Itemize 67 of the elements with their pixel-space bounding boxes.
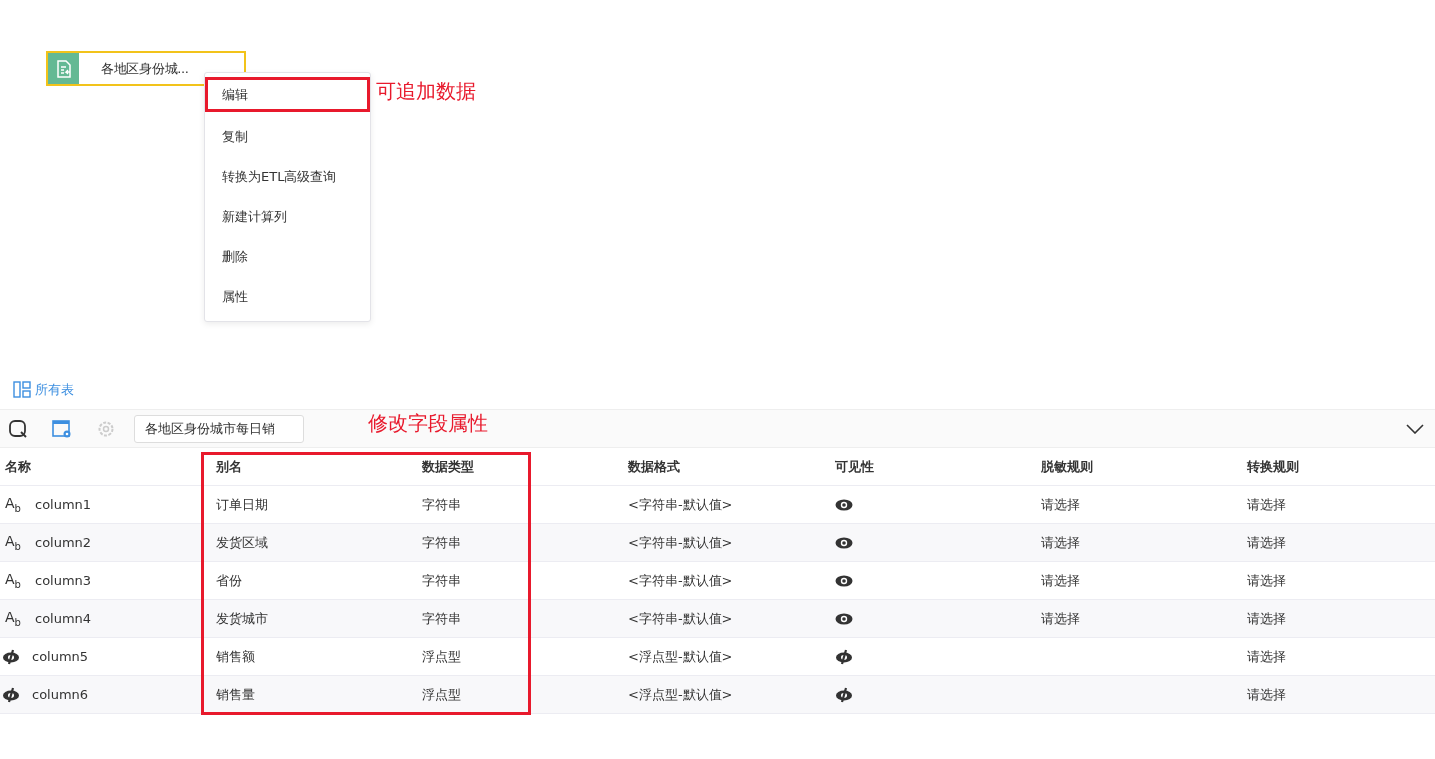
convert-rule-select[interactable]: 请选择 (1247, 647, 1286, 666)
menu-item[interactable]: 删除 (205, 237, 370, 277)
table-cell-text: <字符串-默认值> (627, 571, 734, 590)
field-name: column4 (35, 611, 92, 626)
mask-rule-select[interactable]: 请选择 (1041, 571, 1080, 590)
field-name: column2 (35, 535, 92, 550)
menu-item[interactable]: 新建计算列 (205, 197, 370, 237)
column-header: 数据格式 (627, 457, 681, 476)
table-cell-text: <字符串-默认值> (627, 495, 734, 514)
annotation-text: 修改字段属性 (368, 410, 488, 437)
column-header: 名称 (4, 457, 32, 476)
layout-icon (13, 381, 31, 398)
table-name-field[interactable]: 各地区身份城市每日销 (134, 414, 304, 443)
field-name: column5 (32, 649, 89, 664)
mask-rule-select[interactable]: 请选择 (1041, 533, 1080, 552)
table-cell-text: 发货区域 (215, 533, 269, 552)
search-icon[interactable] (8, 418, 28, 439)
convert-rule-select[interactable]: 请选择 (1247, 571, 1286, 590)
column-header: 转换规则 (1246, 457, 1300, 476)
table-settings-icon[interactable] (52, 418, 72, 439)
mask-rule-select[interactable]: 请选择 (1041, 495, 1080, 514)
string-type-icon: A$_{b}$ (5, 571, 25, 590)
convert-rule-select[interactable]: 请选择 (1247, 609, 1286, 628)
table-cell-text: <字符串-默认值> (627, 533, 734, 552)
table-cell-text: <浮点型-默认值> (627, 647, 734, 666)
column-header: 别名 (215, 457, 243, 476)
table-cell-text: <字符串-默认值> (627, 609, 734, 628)
convert-rule-select[interactable]: 请选择 (1247, 495, 1286, 514)
menu-item[interactable]: 转换为ETL高级查询 (205, 157, 370, 197)
float-type-icon (2, 648, 20, 665)
table-cell-text: <浮点型-默认值> (627, 685, 734, 704)
file-icon (48, 53, 79, 84)
table-cell-text: 销售量 (215, 685, 256, 704)
field-name: column1 (35, 497, 92, 512)
field-name: column6 (32, 687, 89, 702)
string-type-icon: A$_{b}$ (5, 609, 25, 628)
annotation-text: 可追加数据 (376, 78, 476, 105)
table-cell-text: 浮点型 (421, 647, 462, 666)
column-header: 可见性 (834, 457, 875, 476)
table-cell-text: 发货城市 (215, 609, 269, 628)
eye-icon[interactable] (835, 574, 853, 587)
table-cell-text: 字符串 (421, 571, 462, 590)
string-type-icon: A$_{b}$ (5, 495, 25, 514)
field-name: column3 (35, 573, 92, 588)
eye-icon[interactable] (835, 612, 853, 625)
mask-rule-select[interactable]: 请选择 (1041, 609, 1080, 628)
chevron-down-icon[interactable] (1406, 423, 1424, 434)
table-cell-text: 字符串 (421, 609, 462, 628)
eye-icon[interactable] (835, 498, 853, 511)
convert-rule-select[interactable]: 请选择 (1247, 533, 1286, 552)
all-tables-link[interactable]: 所有表 (13, 380, 74, 399)
table-cell-text: 销售额 (215, 647, 256, 666)
table-cell-text: 字符串 (421, 533, 462, 552)
menu-item[interactable]: 属性 (205, 277, 370, 317)
table-cell-text: 字符串 (421, 495, 462, 514)
eye-icon[interactable] (835, 536, 853, 549)
table-cell-text: 订单日期 (215, 495, 269, 514)
table-cell-text: 浮点型 (421, 685, 462, 704)
eye-slash-icon[interactable] (835, 648, 853, 665)
table-node[interactable]: 各地区身份城... (46, 51, 246, 86)
column-header: 脱敏规则 (1040, 457, 1094, 476)
convert-rule-select[interactable]: 请选择 (1247, 685, 1286, 704)
string-type-icon: A$_{b}$ (5, 533, 25, 552)
eye-slash-icon[interactable] (835, 686, 853, 703)
table-cell-text: 省份 (215, 571, 243, 590)
menu-item[interactable]: 复制 (205, 117, 370, 157)
column-header: 数据类型 (421, 457, 475, 476)
